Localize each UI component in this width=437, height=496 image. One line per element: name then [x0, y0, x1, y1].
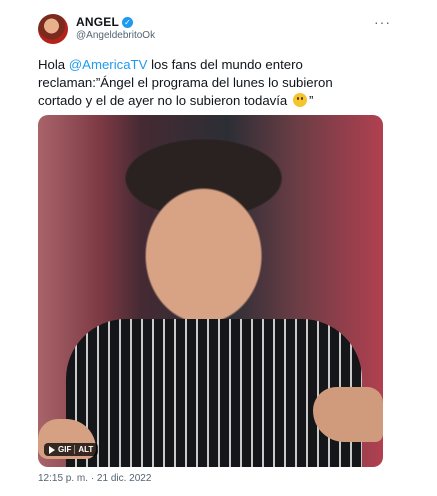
tweet-text-suffix: ” — [308, 93, 314, 108]
tweet-card: ANGEL ✓ @AngeldebritoOk ··· Hola @Americ… — [0, 0, 437, 496]
pensive-face-emoji-icon — [292, 93, 307, 107]
tweet-timestamp[interactable]: 12:15 p. m. · 21 dic. 2022 — [38, 473, 151, 484]
display-name[interactable]: ANGEL — [76, 15, 119, 29]
more-options-icon[interactable]: ··· — [374, 14, 391, 30]
tweet-text: Hola @AmericaTV los fans del mundo enter… — [38, 56, 368, 110]
verified-badge-icon: ✓ — [122, 16, 133, 28]
tweet-text-prefix: Hola — [38, 57, 69, 72]
author-names: ANGEL ✓ @AngeldebritoOk — [76, 15, 155, 43]
tweet-gif-media[interactable] — [38, 115, 383, 467]
mention-link[interactable]: @AmericaTV — [69, 57, 148, 72]
gif-label: GIF — [58, 445, 72, 454]
gif-alt-badge[interactable]: GIF ALT — [44, 443, 99, 456]
display-name-row: ANGEL ✓ — [76, 15, 155, 29]
media-shirt — [65, 319, 363, 467]
tweet-header: ANGEL ✓ @AngeldebritoOk ··· — [38, 12, 391, 46]
avatar[interactable] — [38, 14, 68, 44]
alt-label[interactable]: ALT — [74, 445, 93, 454]
media-hand-right — [313, 387, 383, 442]
user-handle[interactable]: @AngeldebritoOk — [76, 29, 155, 43]
play-icon — [49, 445, 55, 454]
